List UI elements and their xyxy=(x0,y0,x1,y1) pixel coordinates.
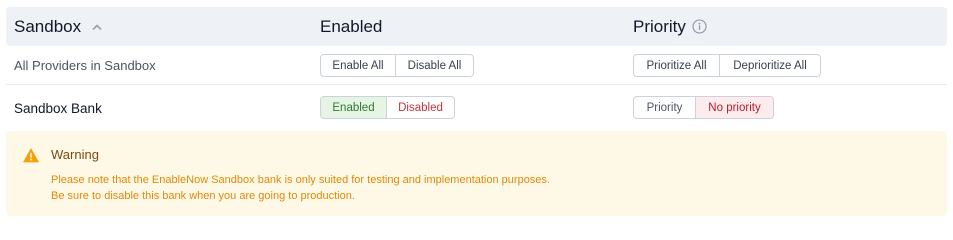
table-row-sandbox-bank: Sandbox Bank Enabled Disabled Priority N… xyxy=(6,85,947,131)
disable-all-button[interactable]: Disable All xyxy=(395,55,473,76)
sandbox-bank-label: Sandbox Bank xyxy=(14,100,102,116)
priority-column-label: Priority xyxy=(633,16,686,36)
warning-title: Warning xyxy=(51,147,99,162)
enable-toggle-group: Enable All Disable All xyxy=(320,54,474,77)
bank-priority-button[interactable]: Priority xyxy=(634,97,695,118)
provider-column-label: Sandbox xyxy=(14,16,82,36)
bank-no-priority-button[interactable]: No priority xyxy=(695,97,773,118)
warning-message: Please note that the EnableNow Sandbox b… xyxy=(51,172,550,204)
warning-message-line-1: Please note that the EnableNow Sandbox b… xyxy=(51,174,550,186)
deprioritize-all-button[interactable]: Deprioritize All xyxy=(719,55,820,76)
enabled-column-label: Enabled xyxy=(320,16,383,36)
bank-enabled-button[interactable]: Enabled xyxy=(321,97,386,118)
info-icon[interactable] xyxy=(692,19,707,34)
warning-triangle-icon xyxy=(23,148,39,163)
priority-column-header: Priority xyxy=(633,7,707,46)
all-providers-label: All Providers in Sandbox xyxy=(14,57,156,73)
enabled-column-header: Enabled xyxy=(320,7,382,46)
priority-toggle-group: Prioritize All Deprioritize All xyxy=(633,54,821,77)
table-header: Sandbox Enabled Priority xyxy=(6,7,947,46)
bank-enabled-segmented-control: Enabled Disabled xyxy=(320,96,455,119)
chevron-up-icon[interactable] xyxy=(91,21,103,33)
table-row-all-providers: All Providers in Sandbox Enable All Disa… xyxy=(6,46,947,85)
warning-message-line-2: Be sure to disable this bank when you ar… xyxy=(51,190,355,202)
warning-banner: Warning Please note that the EnableNow S… xyxy=(6,131,947,216)
provider-column-header[interactable]: Sandbox xyxy=(14,7,103,46)
prioritize-all-button[interactable]: Prioritize All xyxy=(634,55,719,76)
bank-priority-segmented-control: Priority No priority xyxy=(633,96,774,119)
bank-disabled-button[interactable]: Disabled xyxy=(386,97,454,118)
enable-all-button[interactable]: Enable All xyxy=(321,55,395,76)
